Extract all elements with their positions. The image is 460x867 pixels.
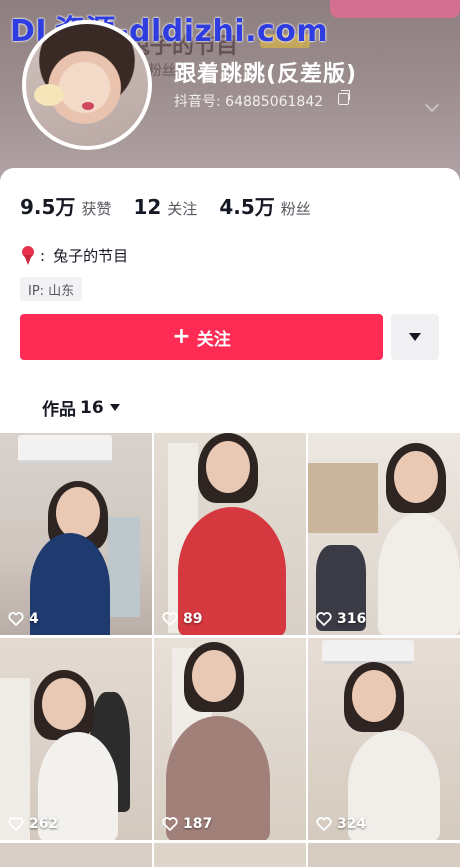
video-thumbnail[interactable]: 324 <box>308 638 460 840</box>
stat-likes[interactable]: 9.5万 获赞 <box>20 191 111 220</box>
watermark-decoration <box>330 0 460 18</box>
stat-followers-label: 粉丝 <box>280 200 311 218</box>
video-thumbnail[interactable]: 187 <box>154 638 306 840</box>
video-thumbnail[interactable]: 4 <box>0 433 152 635</box>
works-dropdown-icon <box>109 404 120 411</box>
air-conditioner <box>18 435 112 463</box>
stat-followers-count: 4.5万 <box>219 195 275 219</box>
stat-following-count: 12 <box>133 195 162 219</box>
video-thumbnail[interactable] <box>154 843 306 867</box>
avatar-lips <box>82 102 94 110</box>
collection-name: 兔子的节目 <box>53 247 129 265</box>
video-likes: 4 <box>8 611 39 627</box>
video-likes-count: 316 <box>337 611 367 627</box>
follow-button-label: 关注 <box>196 329 231 350</box>
heart-icon <box>316 612 332 626</box>
heart-icon <box>8 612 24 626</box>
background-mirror <box>108 517 140 617</box>
ribbon-icon <box>20 245 36 266</box>
tab-works[interactable]: 作品 16 <box>42 395 120 420</box>
heart-icon <box>8 817 24 831</box>
stats-row: 9.5万 获赞 12 关注 4.5万 粉丝 <box>20 191 333 220</box>
stat-following[interactable]: 12 关注 <box>133 195 197 219</box>
video-thumbnail[interactable]: 262 <box>0 638 152 840</box>
video-likes: 262 <box>8 816 58 832</box>
collection-link[interactable]: : 兔子的节目 <box>20 245 128 266</box>
collection-colon: : <box>40 246 46 265</box>
ip-location-tag: IP: 山东 <box>20 277 83 301</box>
triangle-down-icon <box>409 333 421 341</box>
heart-icon <box>162 612 178 626</box>
douyin-id: 抖音号: 64885061842 <box>174 94 324 110</box>
stat-likes-count: 9.5万 <box>20 195 76 219</box>
video-thumbnail[interactable]: 316 <box>308 433 460 635</box>
copy-icon[interactable] <box>338 90 350 105</box>
video-thumbnail[interactable] <box>308 843 460 867</box>
video-likes-count: 262 <box>29 816 59 832</box>
video-likes: 187 <box>162 816 212 832</box>
video-likes-count: 324 <box>337 816 367 832</box>
video-likes-count: 89 <box>183 611 203 627</box>
more-options-button[interactable] <box>391 314 439 360</box>
air-conditioner <box>322 640 414 664</box>
video-likes: 89 <box>162 611 202 627</box>
background-shelf <box>308 463 378 533</box>
video-likes-count: 4 <box>29 611 39 627</box>
heart-icon <box>162 817 178 831</box>
follow-button[interactable]: + 关注 <box>20 314 383 360</box>
display-name: 跟着跳跳(反差版) <box>174 62 358 87</box>
banner-background-sub: 粉丝 <box>148 63 176 79</box>
plus-icon: + <box>172 324 191 349</box>
stat-followers[interactable]: 4.5万 粉丝 <box>219 191 310 220</box>
works-label: 作品 <box>42 400 76 420</box>
stat-following-label: 关注 <box>167 200 198 218</box>
stat-likes-label: 获赞 <box>81 200 112 218</box>
video-likes-count: 187 <box>183 816 213 832</box>
video-thumbnail[interactable] <box>0 843 152 867</box>
video-likes: 316 <box>316 611 366 627</box>
heart-icon <box>316 817 332 831</box>
works-count: 16 <box>80 397 104 418</box>
video-thumbnail[interactable]: 89 <box>154 433 306 635</box>
avatar-hair-bow <box>34 84 64 106</box>
video-likes: 324 <box>316 816 366 832</box>
avatar[interactable] <box>22 20 152 150</box>
expand-icon[interactable] <box>424 97 440 113</box>
